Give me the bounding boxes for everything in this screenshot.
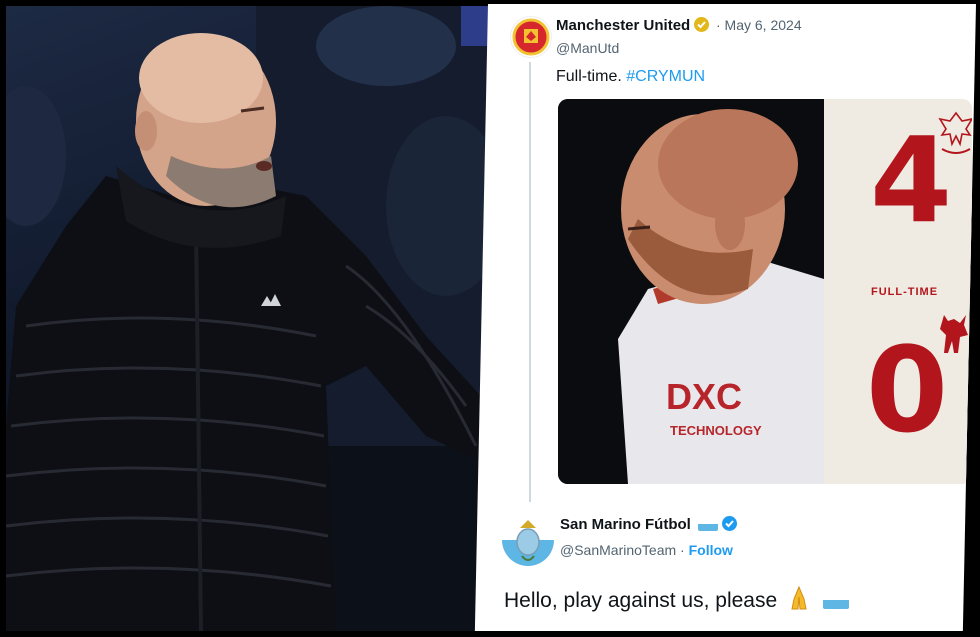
svg-text:DXC: DXC (666, 376, 742, 417)
san-marino-flag-icon (698, 517, 718, 531)
gold-verified-badge-icon (694, 17, 710, 32)
scoreboard: 4 FULL-TIME 0 (824, 99, 972, 484)
blue-verified-badge-icon (722, 516, 737, 531)
reply-text: Hello, play against us, please (504, 585, 849, 613)
thread-line (529, 62, 531, 502)
manager-illustration (6, 6, 490, 631)
san-marino-flag-icon (822, 591, 849, 609)
reply-text-body: Hello, play against us, please (504, 589, 778, 612)
reply-author-name-text: San Marino Fútbol (560, 516, 691, 533)
hashtag-link[interactable]: #CRYMUN (626, 68, 705, 85)
san-marino-avatar[interactable] (502, 514, 554, 566)
tweet-text: Full-time. #CRYMUN (556, 68, 705, 86)
tweet-date[interactable]: · May 6, 2024 (716, 17, 802, 33)
praying-hands-icon (791, 585, 807, 610)
san-marino-crest-icon (502, 514, 554, 566)
reply-handle[interactable]: @SanMarinoTeam (560, 542, 676, 558)
reply-author-name[interactable]: San Marino Fútbol (560, 516, 737, 533)
tweet-author-name[interactable]: Manchester United (556, 17, 710, 34)
manager-photo (6, 6, 490, 631)
author-name-text: Manchester United (556, 17, 691, 34)
shirt-sponsor: TECHNOLOGY (670, 423, 762, 438)
player-illustration: DXC TECHNOLOGY (558, 99, 824, 484)
follow-button[interactable]: Follow (689, 542, 733, 558)
tweet-text-prefix: Full-time. (556, 68, 622, 85)
home-score: 4 (870, 111, 953, 249)
tweet-screenshot: Manchester United · May 6, 2024 @ManUtd … (474, 4, 976, 631)
manutd-avatar[interactable] (510, 16, 552, 58)
full-time-label: FULL-TIME (871, 286, 939, 298)
reply-handle-row: @SanMarinoTeam · Follow (560, 542, 733, 558)
man-utd-crest-icon (512, 18, 550, 56)
tweet-media[interactable]: DXC TECHNOLOGY 4 FULL-TIME 0 (558, 99, 972, 484)
tweet-handle[interactable]: @ManUtd (556, 40, 619, 56)
away-score: 0 (866, 321, 949, 459)
player-photo: DXC TECHNOLOGY (558, 99, 824, 484)
separator-dot: · (680, 542, 685, 558)
